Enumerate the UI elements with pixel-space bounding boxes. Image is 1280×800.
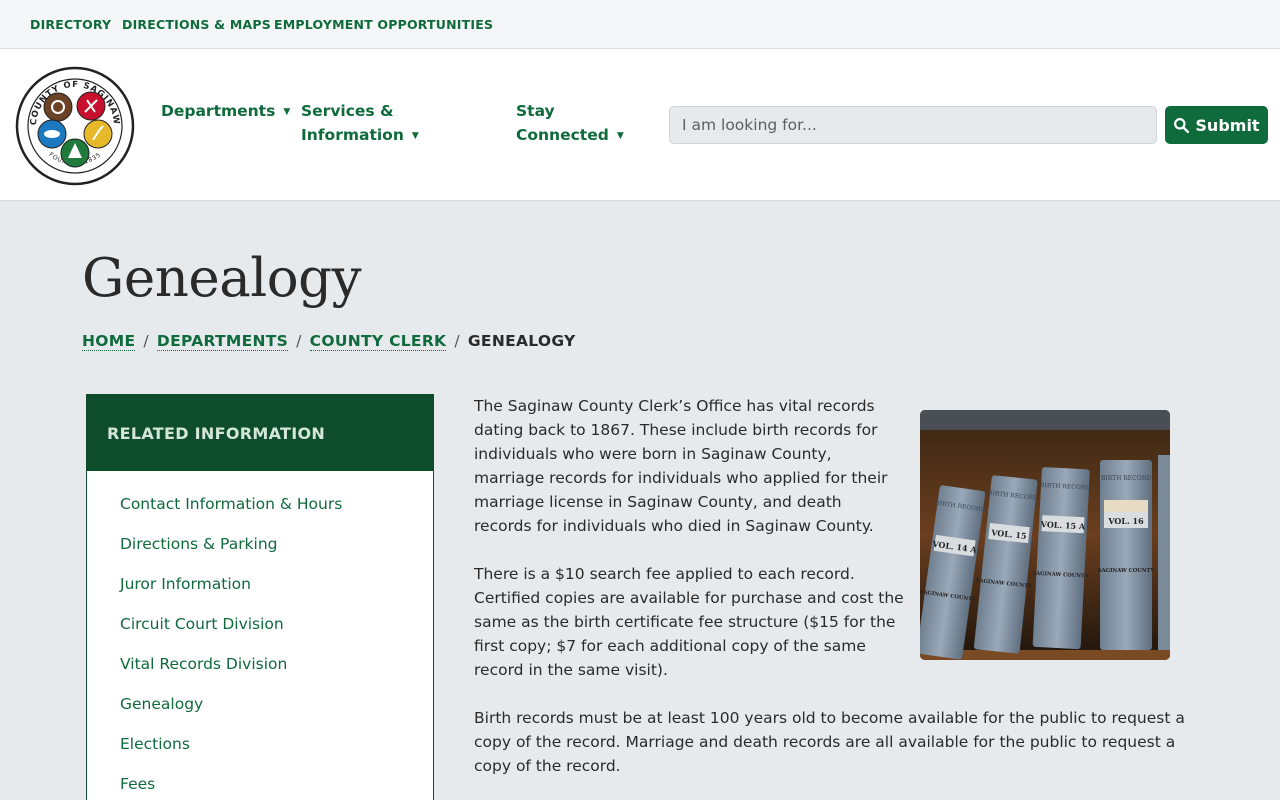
book-vol-16: BIRTH RECORD VOL. 16 SAGINAW COUNTY — [1098, 460, 1155, 650]
sidebar-link-list: Contact Information & Hours Directions &… — [87, 471, 433, 800]
related-information-sidebar: RELATED INFORMATION Contact Information … — [86, 394, 434, 800]
breadcrumb-current: GENEALOGY — [467, 332, 576, 350]
sidebar-item-fees[interactable]: Fees — [120, 775, 433, 800]
nav-services-label-line1: Services & — [301, 102, 394, 120]
nav-departments-label: Departments — [161, 102, 276, 120]
sidebar-item-vital-records[interactable]: Vital Records Division — [120, 655, 433, 695]
search-input[interactable] — [669, 106, 1157, 144]
sidebar-item-genealogy[interactable]: Genealogy — [120, 695, 433, 735]
svg-text:SAGINAW COUNTY: SAGINAW COUNTY — [1098, 568, 1155, 574]
utility-link-directions-maps[interactable]: DIRECTIONS & MAPS — [122, 17, 271, 32]
nav-departments[interactable]: Departments ▼ — [161, 99, 290, 124]
breadcrumb-home[interactable]: HOME — [82, 332, 136, 351]
breadcrumb-separator: / — [143, 332, 149, 350]
main-content: BIRTH RECORD VOL. 14 A SAGINAW COUNTY BI… — [474, 394, 1186, 800]
sidebar-item-elections[interactable]: Elections — [120, 735, 433, 775]
nav-stay-label-line2: Connected — [516, 126, 609, 144]
caret-down-icon: ▼ — [283, 107, 291, 117]
content-paragraph-availability: Birth records must be at least 100 years… — [474, 709, 1185, 775]
sidebar-item-circuit-court[interactable]: Circuit Court Division — [120, 615, 433, 655]
breadcrumb-separator: / — [296, 332, 302, 350]
breadcrumb: HOME / DEPARTMENTS / COUNTY CLERK / GENEALOGY — [82, 332, 576, 351]
county-seal-logo[interactable]: COUNTY OF SAGINAW FOUNDED 1835 — [15, 66, 135, 186]
nav-services-information[interactable]: Services & Information ▼ — [301, 99, 419, 148]
breadcrumb-county-clerk[interactable]: COUNTY CLERK — [309, 332, 447, 351]
breadcrumb-departments[interactable]: DEPARTMENTS — [156, 332, 289, 351]
page-title: Genealogy — [82, 248, 362, 309]
submit-button-label: Submit — [1195, 115, 1260, 135]
sidebar-item-directions-parking[interactable]: Directions & Parking — [120, 535, 433, 575]
birth-record-books-photo: BIRTH RECORD VOL. 14 A SAGINAW COUNTY BI… — [920, 410, 1170, 660]
caret-down-icon: ▼ — [616, 131, 624, 141]
utility-link-employment[interactable]: EMPLOYMENT OPPORTUNITIES — [274, 17, 493, 32]
site-header: COUNTY OF SAGINAW FOUNDED 1835 Departmen… — [0, 49, 1280, 201]
sidebar-item-juror-information[interactable]: Juror Information — [120, 575, 433, 615]
svg-text:BIRTH RECORD: BIRTH RECORD — [1101, 475, 1151, 482]
nav-stay-connected[interactable]: Stay Connected ▼ — [516, 99, 624, 148]
submit-button[interactable]: Submit — [1165, 106, 1268, 144]
search-icon — [1174, 117, 1190, 133]
sidebar-heading: RELATED INFORMATION — [87, 395, 433, 471]
breadcrumb-separator: / — [454, 332, 460, 350]
utility-link-directory[interactable]: DIRECTORY — [30, 17, 111, 32]
sidebar-item-contact-information[interactable]: Contact Information & Hours — [120, 495, 433, 535]
nav-services-label-line2: Information — [301, 126, 404, 144]
caret-down-icon: ▼ — [411, 131, 419, 141]
nav-stay-label-line1: Stay — [516, 102, 555, 120]
utility-bar: DIRECTORY DIRECTIONS & MAPS EMPLOYMENT O… — [0, 0, 1280, 49]
svg-text:VOL. 16: VOL. 16 — [1107, 516, 1144, 526]
